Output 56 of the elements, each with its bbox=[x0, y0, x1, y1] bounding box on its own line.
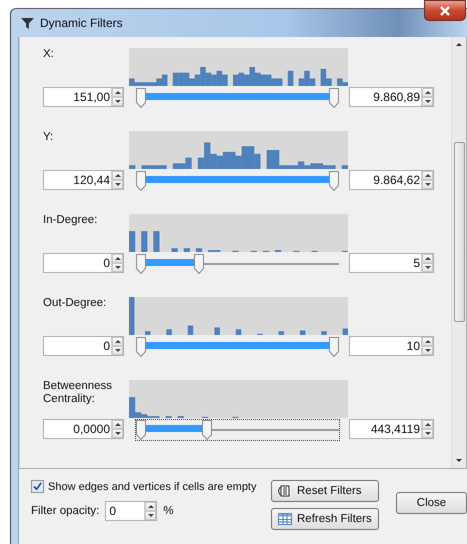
min-value-field[interactable]: 0 bbox=[43, 253, 124, 273]
opacity-field[interactable]: 0 bbox=[105, 501, 158, 521]
min-value-field[interactable]: 0 bbox=[43, 336, 124, 356]
filter-label: In-Degree: bbox=[43, 214, 98, 227]
slider-thumb[interactable] bbox=[329, 337, 339, 357]
max-value-field[interactable]: 10 bbox=[349, 336, 434, 356]
scrollbar-thumb[interactable] bbox=[454, 142, 464, 322]
filter-label: Y: bbox=[43, 131, 54, 144]
slider-thumb[interactable] bbox=[136, 420, 146, 440]
max-value-field[interactable]: 9.860,89 bbox=[349, 87, 434, 107]
range-slider[interactable] bbox=[135, 336, 340, 358]
list-icon bbox=[278, 484, 292, 498]
min-value-field[interactable]: 0,0000 bbox=[43, 419, 124, 439]
filter-label: X: bbox=[43, 48, 55, 61]
filter-label: Betweenness Centrality: bbox=[43, 380, 114, 406]
slider-thumb[interactable] bbox=[136, 171, 146, 191]
max-value-field[interactable]: 443,4119 bbox=[349, 419, 434, 439]
slider-thumb[interactable] bbox=[136, 254, 146, 274]
slider-thumb[interactable] bbox=[194, 254, 204, 274]
slider-thumb[interactable] bbox=[329, 88, 339, 108]
spin-button[interactable] bbox=[144, 502, 156, 520]
table-icon bbox=[278, 512, 292, 526]
range-slider[interactable] bbox=[135, 170, 340, 192]
slider-thumb[interactable] bbox=[136, 337, 146, 357]
slider-thumb[interactable] bbox=[136, 88, 146, 108]
spin-button[interactable] bbox=[421, 254, 433, 272]
spin-button[interactable] bbox=[111, 420, 123, 438]
filter-icon bbox=[21, 18, 34, 28]
opacity-label: Filter opacity: bbox=[31, 505, 100, 517]
refresh-filters-button[interactable]: Refresh Filters bbox=[271, 508, 379, 530]
checkbox-label: Show edges and vertices if cells are empty bbox=[48, 480, 256, 492]
spin-button[interactable] bbox=[111, 254, 123, 272]
spin-button[interactable] bbox=[421, 88, 433, 106]
close-dialog-button[interactable]: Close bbox=[396, 492, 467, 514]
spin-button[interactable] bbox=[421, 171, 433, 189]
spin-button[interactable] bbox=[421, 420, 433, 438]
percent-label: % bbox=[163, 505, 174, 517]
close-icon bbox=[440, 6, 450, 16]
reset-filters-button[interactable]: Reset Filters bbox=[271, 480, 379, 502]
spin-button[interactable] bbox=[421, 337, 433, 355]
max-value-field[interactable]: 5 bbox=[349, 253, 434, 273]
range-slider[interactable] bbox=[135, 87, 340, 109]
spin-button[interactable] bbox=[111, 88, 123, 106]
close-button[interactable] bbox=[424, 0, 466, 21]
max-value-field[interactable]: 9.864,62 bbox=[349, 170, 434, 190]
scrollbar[interactable] bbox=[452, 37, 466, 468]
spin-button[interactable] bbox=[111, 171, 123, 189]
checkbox[interactable] bbox=[31, 480, 44, 493]
min-value-field[interactable]: 151,00 bbox=[43, 87, 124, 107]
filter-label: Out-Degree: bbox=[43, 297, 108, 310]
range-slider[interactable] bbox=[135, 419, 340, 441]
window-title: Dynamic Filters bbox=[40, 16, 123, 30]
min-value-field[interactable]: 120,44 bbox=[43, 170, 124, 190]
slider-thumb[interactable] bbox=[202, 420, 212, 440]
spin-button[interactable] bbox=[111, 337, 123, 355]
slider-thumb[interactable] bbox=[329, 171, 339, 191]
